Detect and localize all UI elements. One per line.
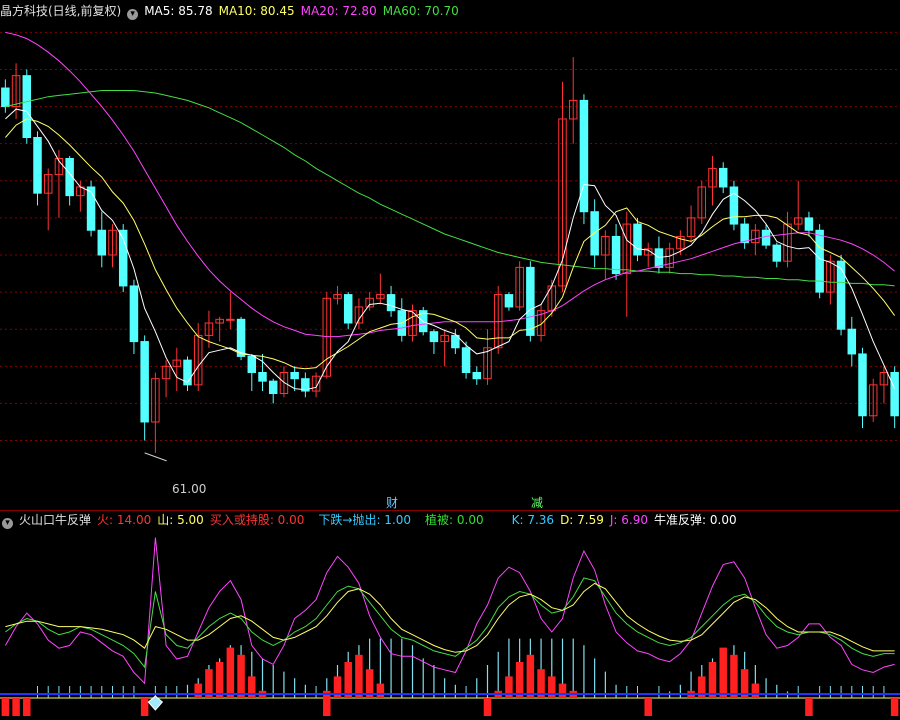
candle-body <box>836 260 846 330</box>
candle-body <box>740 223 749 244</box>
fire-bar <box>708 662 717 698</box>
candle-body <box>22 75 32 138</box>
reduction-marker[interactable]: 减 <box>531 494 543 511</box>
candle-body <box>579 99 589 213</box>
low-price-label: 61.00 <box>172 482 207 496</box>
candle-body <box>1 87 10 108</box>
j-value: J: 6.90 <box>609 513 649 527</box>
candle-body <box>718 167 728 188</box>
candle-body <box>247 355 257 373</box>
candle-body <box>847 328 857 355</box>
fire-bar-negative <box>644 698 652 716</box>
ma5-value: MA5: 85.78 <box>144 4 213 18</box>
indicator-chart[interactable] <box>0 530 900 720</box>
candle-body <box>97 229 107 256</box>
fire-bar <box>344 662 352 698</box>
d-line <box>5 582 895 653</box>
candle-body <box>890 372 899 417</box>
candle-body <box>504 294 514 308</box>
candle-body <box>815 229 824 293</box>
k-value: K: 7.36 <box>511 513 555 527</box>
fire-bar <box>730 654 738 698</box>
ma20-line <box>5 31 895 338</box>
fire-bar <box>526 654 535 698</box>
fire-bar-negative <box>23 698 31 716</box>
ma60-value: MA60: 70.70 <box>382 4 459 18</box>
sell-value: 下跌→抛出: 1.00 <box>318 513 412 527</box>
candle-body <box>386 294 396 312</box>
fire-bar <box>237 654 245 698</box>
candle-body <box>429 331 439 343</box>
fire-bar-negative <box>805 698 813 716</box>
candle-body <box>611 235 621 275</box>
fire-bar <box>355 654 363 698</box>
candle-body <box>258 372 267 382</box>
candle-body <box>633 223 642 256</box>
finance-marker[interactable]: 财 <box>386 494 398 511</box>
candle-body <box>804 217 814 231</box>
ma10-line <box>5 118 896 370</box>
ma20-value: MA20: 72.80 <box>300 4 377 18</box>
fire-bar <box>719 647 727 698</box>
candle-body <box>729 186 739 225</box>
candle-body <box>140 341 149 423</box>
buy-hold-value: 买入或持股: 0.00 <box>209 513 305 527</box>
candlestick-chart[interactable] <box>0 20 900 510</box>
candle-body <box>654 248 664 268</box>
chevron-down-icon[interactable]: ▾ <box>2 518 13 529</box>
candle-body <box>772 244 782 262</box>
indicator-header: ▾ 火山口牛反弹 火: 14.00 山: 5.00 买入或持股: 0.00 下跌→抛出: … <box>0 510 900 529</box>
chevron-down-icon[interactable]: ▾ <box>127 9 139 20</box>
candle-body <box>226 318 235 321</box>
ma10-value: MA10: 80.45 <box>218 4 295 18</box>
fire-bar <box>215 662 224 698</box>
candle-body <box>268 380 278 395</box>
candle-body <box>858 353 867 417</box>
low-price-pointer <box>144 452 167 462</box>
fire-bar <box>558 683 567 698</box>
ma60-line <box>5 90 895 287</box>
fire-bar-negative <box>1 698 10 716</box>
fire-bar <box>515 662 524 698</box>
candle-body <box>86 186 96 231</box>
candle-body <box>590 211 599 256</box>
fire-bar <box>226 647 235 698</box>
candle-body <box>461 347 471 373</box>
candle-body <box>33 137 42 194</box>
fire-bar <box>751 683 760 698</box>
candle-body <box>761 229 771 246</box>
candle-body <box>129 285 139 343</box>
fire-bar-negative <box>12 698 20 716</box>
fire-bar-negative <box>483 698 492 716</box>
main-chart-header: 晶方科技(日线,前复权) ▾ MA5: 85.78 MA10: 80.45 MA20: … <box>0 2 465 20</box>
fire-bar <box>376 683 385 698</box>
rebound-value: 牛准反弹: 0.00 <box>654 513 737 527</box>
mountain-value: 山: 5.00 <box>157 513 204 527</box>
candle-body <box>290 372 299 380</box>
ma5-line <box>5 108 896 391</box>
fire-bar-negative <box>890 698 899 716</box>
candle-body <box>472 372 482 380</box>
candle-body <box>343 294 353 324</box>
fire-bar-negative <box>140 698 149 716</box>
fire-bar-negative <box>323 698 331 716</box>
fire-bar <box>194 683 202 698</box>
candle-body <box>236 318 246 357</box>
stock-title[interactable]: 晶方科技(日线,前复权) <box>0 4 121 18</box>
d-value: D: 7.59 <box>560 513 604 527</box>
indicator-title[interactable]: 火山口牛反弹 <box>19 513 91 527</box>
candle-body <box>526 266 535 336</box>
fire-value: 火: 14.00 <box>97 513 152 527</box>
vegetation-value: 植被: 0.00 <box>425 513 484 527</box>
